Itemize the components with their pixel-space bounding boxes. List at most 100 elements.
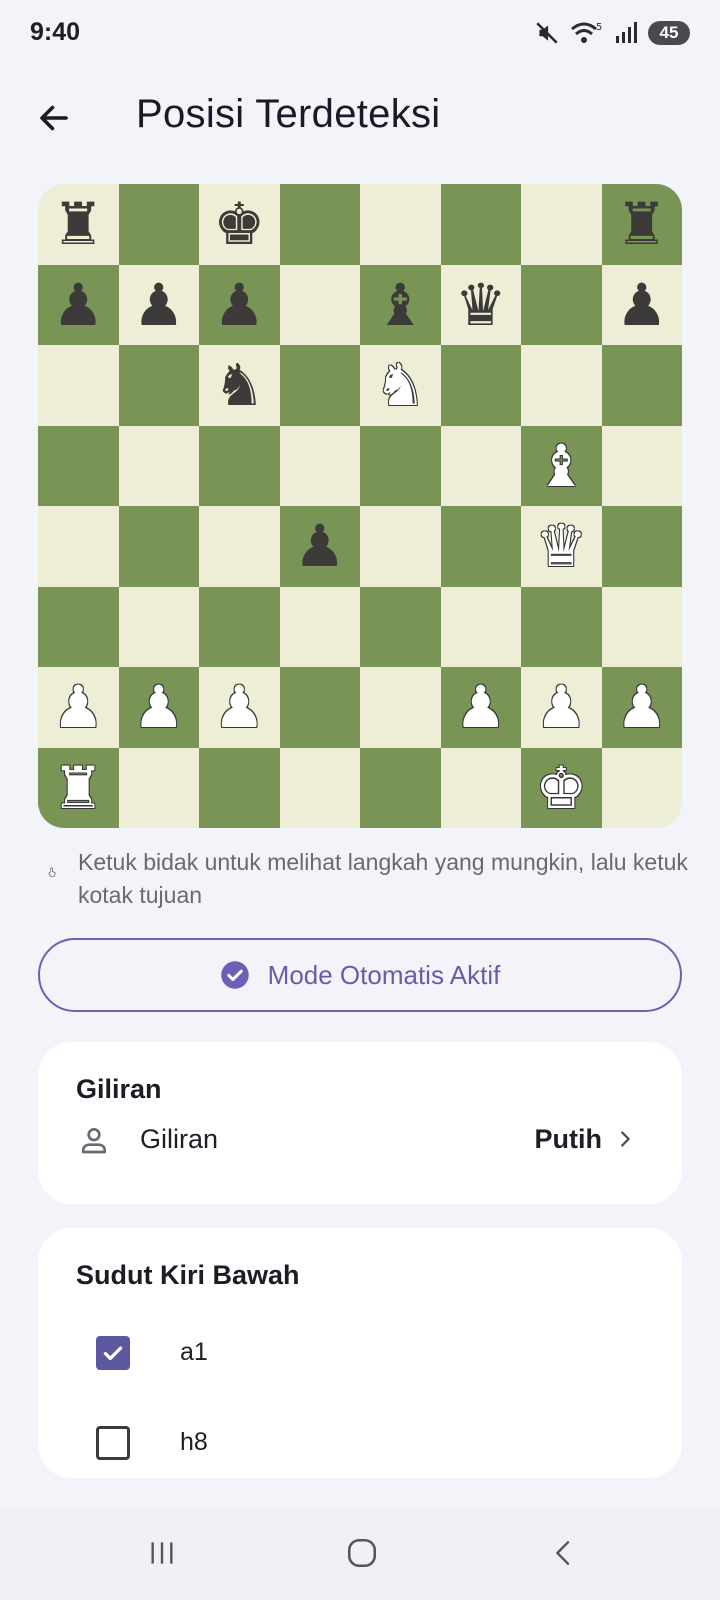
square-f4[interactable] <box>440 506 521 587</box>
white-knight-icon[interactable]: ♞ <box>374 356 426 414</box>
square-b5[interactable] <box>118 425 199 506</box>
square-h5[interactable] <box>601 425 682 506</box>
black-bishop-icon[interactable]: ♝ <box>374 276 426 334</box>
white-pawn-icon[interactable]: ♟ <box>455 678 507 736</box>
square-a7[interactable]: ♟ <box>38 264 119 345</box>
white-queen-icon[interactable]: ♛ <box>535 517 587 575</box>
square-c6[interactable]: ♞ <box>199 345 280 426</box>
square-e8[interactable] <box>360 184 441 265</box>
square-d2[interactable] <box>279 667 360 748</box>
square-d1[interactable] <box>279 747 360 828</box>
square-b8[interactable] <box>118 184 199 265</box>
square-e3[interactable] <box>360 586 441 667</box>
square-g3[interactable] <box>521 586 602 667</box>
white-pawn-icon[interactable]: ♟ <box>213 678 265 736</box>
square-c8[interactable]: ♚ <box>199 184 280 265</box>
black-pawn-icon[interactable]: ♟ <box>52 276 104 334</box>
square-h6[interactable] <box>601 345 682 426</box>
square-f2[interactable]: ♟ <box>440 667 521 748</box>
recent-apps-icon <box>151 1542 173 1564</box>
square-a2[interactable]: ♟ <box>38 667 119 748</box>
square-f1[interactable] <box>440 747 521 828</box>
white-pawn-icon[interactable]: ♟ <box>52 678 104 736</box>
square-f3[interactable] <box>440 586 521 667</box>
square-e5[interactable] <box>360 425 441 506</box>
home-button[interactable] <box>332 1528 392 1578</box>
square-b1[interactable] <box>118 747 199 828</box>
square-h1[interactable] <box>601 747 682 828</box>
white-king-icon[interactable]: ♚ <box>535 759 587 817</box>
square-h4[interactable] <box>601 506 682 587</box>
square-c7[interactable]: ♟ <box>199 264 280 345</box>
square-e7[interactable]: ♝ <box>360 264 441 345</box>
checkbox-h8[interactable] <box>96 1426 130 1460</box>
square-h2[interactable]: ♟ <box>601 667 682 748</box>
black-king-icon[interactable]: ♚ <box>213 195 265 253</box>
square-f6[interactable] <box>440 345 521 426</box>
square-b6[interactable] <box>118 345 199 426</box>
square-d3[interactable] <box>279 586 360 667</box>
recent-apps-button[interactable] <box>132 1528 192 1578</box>
square-g7[interactable] <box>521 264 602 345</box>
white-rook-icon[interactable]: ♜ <box>52 759 104 817</box>
system-nav-bar <box>0 1508 720 1600</box>
square-d5[interactable] <box>279 425 360 506</box>
black-rook-icon[interactable]: ♜ <box>52 195 104 253</box>
black-pawn-icon[interactable]: ♟ <box>616 276 668 334</box>
square-a3[interactable] <box>38 586 119 667</box>
chess-board[interactable]: ♜ ♚ ♜ ♟ ♟ ♟ ♝ ♛ ♟ ♞ ♞ ♝ ♟ ♛ ♟ ♟ ♟ ♟ ♟ ♟ ♜ ♚ <box>38 184 682 828</box>
square-g8[interactable] <box>521 184 602 265</box>
square-f5[interactable] <box>440 425 521 506</box>
square-g1[interactable]: ♚ <box>521 747 602 828</box>
back-button[interactable] <box>28 92 80 144</box>
square-e6[interactable]: ♞ <box>360 345 441 426</box>
checkbox-a1[interactable] <box>96 1336 130 1370</box>
square-g5[interactable]: ♝ <box>521 425 602 506</box>
square-d4[interactable]: ♟ <box>279 506 360 587</box>
square-a4[interactable] <box>38 506 119 587</box>
square-h7[interactable]: ♟ <box>601 264 682 345</box>
square-c5[interactable] <box>199 425 280 506</box>
square-g2[interactable]: ♟ <box>521 667 602 748</box>
corner-option-a1[interactable]: a1 <box>38 1318 682 1388</box>
square-a8[interactable]: ♜ <box>38 184 119 265</box>
black-pawn-icon[interactable]: ♟ <box>213 276 265 334</box>
square-a1[interactable]: ♜ <box>38 747 119 828</box>
square-b2[interactable]: ♟ <box>118 667 199 748</box>
white-pawn-icon[interactable]: ♟ <box>133 678 185 736</box>
system-back-button[interactable] <box>534 1528 594 1578</box>
square-a6[interactable] <box>38 345 119 426</box>
turn-selector[interactable]: Giliran Putih <box>38 1106 682 1172</box>
black-pawn-icon[interactable]: ♟ <box>133 276 185 334</box>
square-a5[interactable] <box>38 425 119 506</box>
black-knight-icon[interactable]: ♞ <box>213 356 265 414</box>
square-h8[interactable]: ♜ <box>601 184 682 265</box>
square-g6[interactable] <box>521 345 602 426</box>
square-d8[interactable] <box>279 184 360 265</box>
square-f7[interactable]: ♛ <box>440 264 521 345</box>
square-e4[interactable] <box>360 506 441 587</box>
square-c3[interactable] <box>199 586 280 667</box>
square-c1[interactable] <box>199 747 280 828</box>
square-h3[interactable] <box>601 586 682 667</box>
white-bishop-icon[interactable]: ♝ <box>535 437 587 495</box>
corner-option-h8[interactable]: h8 <box>38 1408 682 1478</box>
white-pawn-icon[interactable]: ♟ <box>616 678 668 736</box>
black-pawn-icon[interactable]: ♟ <box>294 517 346 575</box>
square-d7[interactable] <box>279 264 360 345</box>
square-e2[interactable] <box>360 667 441 748</box>
black-rook-icon[interactable]: ♜ <box>616 195 668 253</box>
square-f8[interactable] <box>440 184 521 265</box>
square-e1[interactable] <box>360 747 441 828</box>
square-c4[interactable] <box>199 506 280 587</box>
square-d6[interactable] <box>279 345 360 426</box>
app-bar: Posisi Terdeteksi <box>0 80 720 156</box>
square-b3[interactable] <box>118 586 199 667</box>
square-b7[interactable]: ♟ <box>118 264 199 345</box>
square-b4[interactable] <box>118 506 199 587</box>
square-c2[interactable]: ♟ <box>199 667 280 748</box>
square-g4[interactable]: ♛ <box>521 506 602 587</box>
black-queen-icon[interactable]: ♛ <box>455 276 507 334</box>
white-pawn-icon[interactable]: ♟ <box>535 678 587 736</box>
auto-mode-button[interactable]: Mode Otomatis Aktif <box>38 938 682 1012</box>
